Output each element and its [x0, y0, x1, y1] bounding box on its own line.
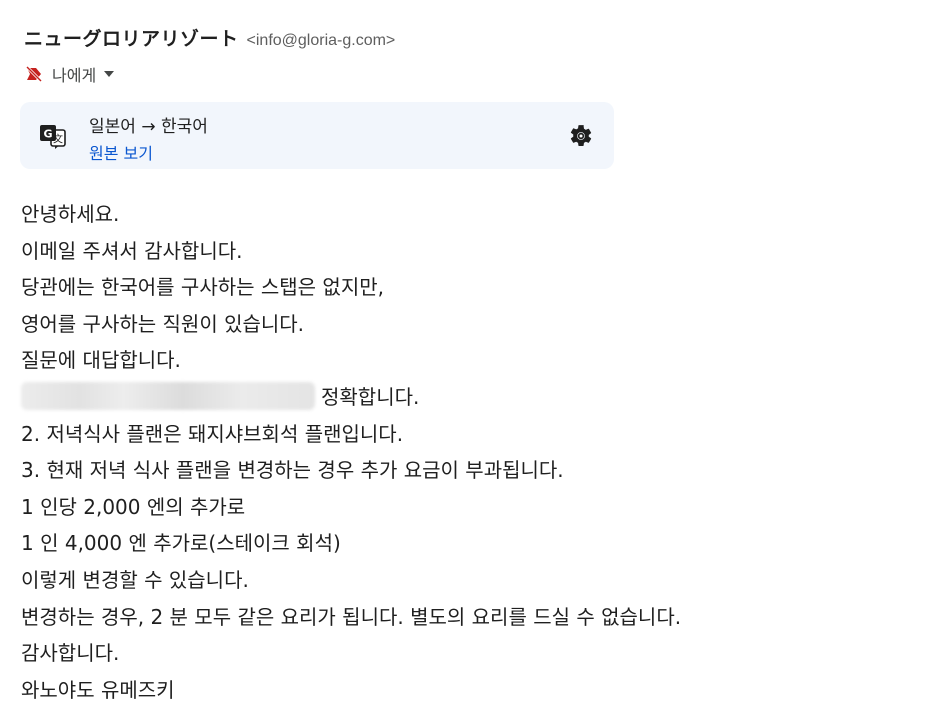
translation-languages: 일본어 → 한국어 — [89, 117, 208, 137]
email-body: 안녕하세요. 이메일 주셔서 감사합니다. 당관에는 한국어를 구사하는 스탭은… — [21, 196, 921, 708]
sender-email[interactable]: <info@gloria-g.com> — [247, 32, 396, 50]
body-line: 당관에는 한국어를 구사하는 스탭은 없지만, — [21, 275, 384, 300]
sender-name[interactable]: ニューグロリアリゾート — [24, 24, 239, 51]
body-line: 3. 현재 저녁 식사 플랜을 변경하는 경우 추가 요금이 부과됩니다. — [21, 458, 564, 483]
body-line: 1 인당 2,000 엔의 추가로 — [21, 494, 246, 519]
body-line: 이렇게 변경할 수 있습니다. — [21, 567, 249, 592]
svg-text:G: G — [43, 128, 52, 141]
redacted-text — [21, 381, 315, 410]
body-line-text: 정확합니다. — [321, 384, 420, 409]
body-line: 감사합니다. — [21, 641, 120, 666]
google-translate-icon: 文 G — [39, 122, 67, 150]
body-line-redacted: 정확합니다. — [21, 379, 921, 416]
sender-line: ニューグロリアリゾート <info@gloria-g.com> — [24, 24, 912, 51]
body-line: 와노야도 유메즈키 — [21, 677, 175, 702]
email-header: ニューグロリアリゾート <info@gloria-g.com> 나에게 — [24, 24, 912, 85]
body-line: 이메일 주셔서 감사합니다. — [21, 238, 243, 263]
recipient-label: 나에게 — [52, 66, 97, 85]
translation-bar: 文 G 일본어 → 한국어 원본 보기 — [20, 102, 614, 169]
important-label-icon[interactable] — [24, 64, 44, 84]
body-line: 질문에 대답합니다. — [21, 348, 181, 373]
recipient-dropdown[interactable]: 나에게 — [24, 63, 912, 85]
body-line: 안녕하세요. — [21, 202, 120, 226]
body-line: 1 인 4,000 엔 추가로(스테이크 회석) — [21, 531, 341, 556]
body-line: 영어를 구사하는 직원이 있습니다. — [21, 311, 305, 336]
body-line: 변경하는 경우, 2 분 모두 같은 요리가 됩니다. 별도의 요리를 드실 수… — [21, 604, 682, 629]
chevron-down-icon[interactable] — [104, 71, 115, 77]
view-original-link[interactable]: 원본 보기 — [89, 140, 153, 164]
gear-icon[interactable] — [568, 123, 594, 149]
body-line: 2. 저녁식사 플랜은 돼지샤브회석 플랜입니다. — [21, 421, 404, 446]
